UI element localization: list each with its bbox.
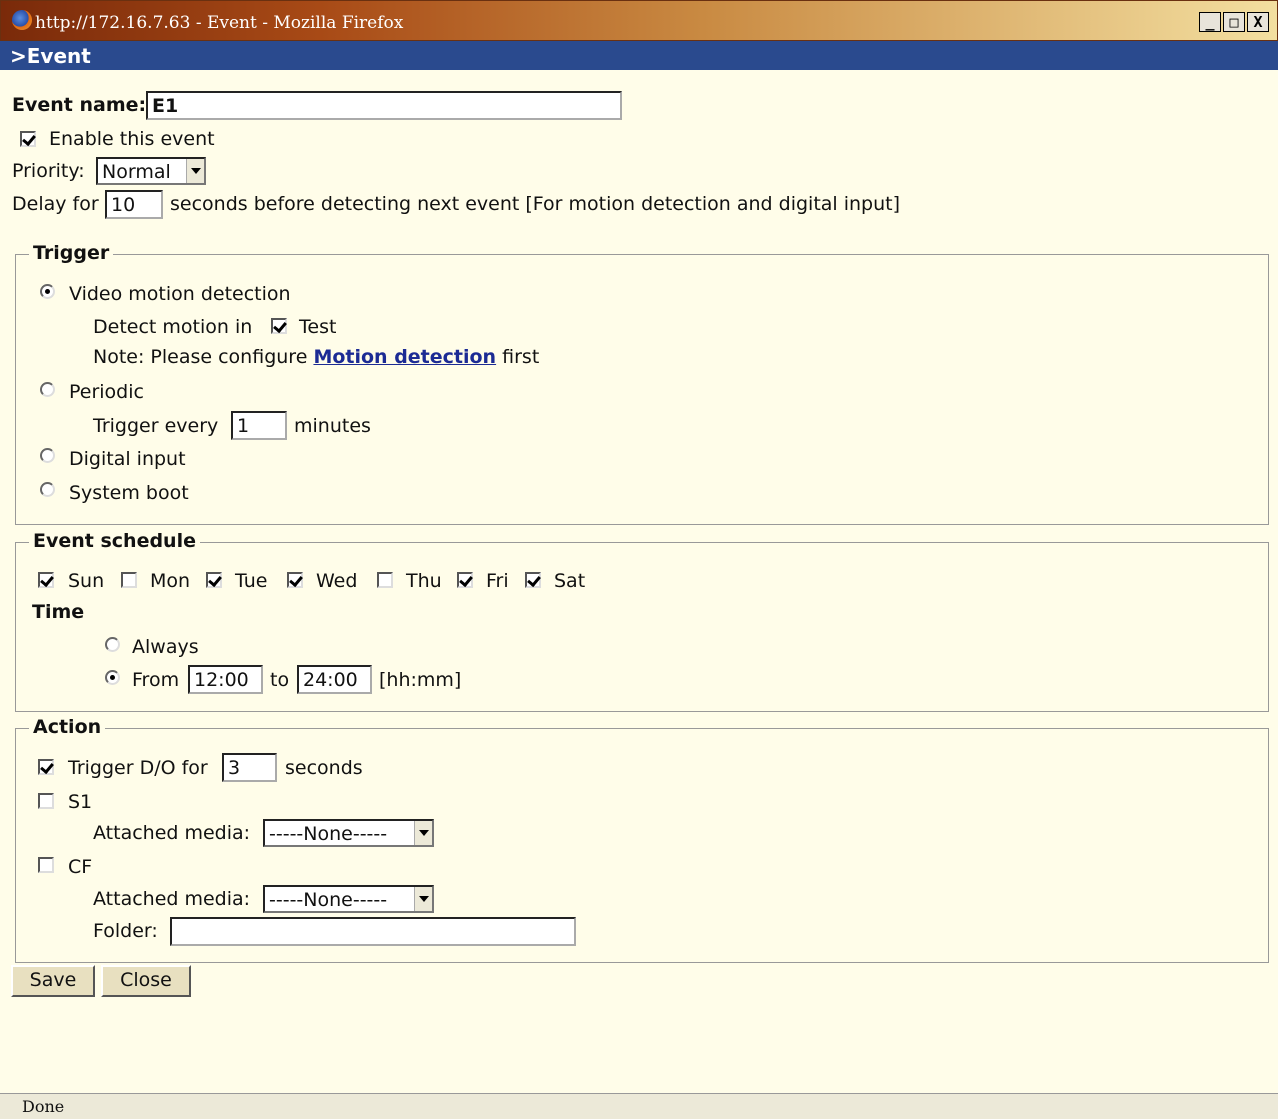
chevron-down-icon[interactable] <box>186 159 204 183</box>
system-boot-radio[interactable] <box>40 482 55 497</box>
s1-label: S1 <box>68 791 93 813</box>
day-label-sat: Sat <box>554 570 586 592</box>
window-controls: _ □ X <box>1199 12 1269 32</box>
enable-event-label: Enable this event <box>49 128 215 150</box>
chevron-down-icon[interactable] <box>414 887 432 911</box>
periodic-label: Periodic <box>69 381 144 403</box>
minimize-button[interactable]: _ <box>1199 12 1221 32</box>
folder-label: Folder: <box>93 920 158 942</box>
priority-label: Priority: <box>12 160 85 182</box>
chevron-down-icon[interactable] <box>414 821 432 845</box>
folder-input[interactable] <box>170 917 576 946</box>
note-suffix: first <box>502 346 540 368</box>
delay-input[interactable] <box>105 190 163 219</box>
day-label-mon: Mon <box>150 570 191 592</box>
close-button[interactable]: Close <box>101 965 191 997</box>
event-name-input[interactable] <box>146 91 622 120</box>
priority-select[interactable]: Normal <box>96 157 206 185</box>
trigger-every-input[interactable] <box>231 411 287 440</box>
periodic-radio[interactable] <box>40 382 55 397</box>
to-time-input[interactable] <box>297 665 372 694</box>
trigger-do-seconds-label: seconds <box>285 757 363 779</box>
s1-attached-media-value: -----None----- <box>269 823 388 845</box>
time-format-label: [hh:mm] <box>379 669 462 691</box>
action-legend: Action <box>29 716 106 738</box>
trigger-every-label: Trigger every <box>93 415 219 437</box>
trigger-legend: Trigger <box>29 242 114 264</box>
trigger-do-checkbox[interactable] <box>38 759 54 775</box>
schedule-legend: Event schedule <box>29 530 200 552</box>
from-time-input[interactable] <box>188 665 263 694</box>
cf-attached-media-select[interactable]: -----None----- <box>263 885 434 913</box>
cf-checkbox[interactable] <box>38 857 54 873</box>
status-bar: Done <box>0 1093 1278 1119</box>
detect-motion-label: Detect motion in <box>93 316 253 338</box>
save-button[interactable]: Save <box>11 965 95 997</box>
motion-detection-link[interactable]: Motion detection <box>313 346 496 368</box>
cf-label: CF <box>68 856 93 878</box>
day-checkbox-fri[interactable] <box>457 572 473 588</box>
always-label: Always <box>132 636 199 658</box>
s1-attached-media-select[interactable]: -----None----- <box>263 819 434 847</box>
firefox-icon <box>12 10 32 30</box>
s1-attached-media-label: Attached media: <box>93 822 251 844</box>
status-text: Done <box>22 1097 65 1116</box>
digital-input-label: Digital input <box>69 448 186 470</box>
day-label-wed: Wed <box>316 570 358 592</box>
day-label-sun: Sun <box>68 570 105 592</box>
minutes-label: minutes <box>294 415 371 437</box>
from-radio[interactable] <box>105 670 120 685</box>
priority-value: Normal <box>102 161 171 183</box>
test-window-checkbox[interactable] <box>271 318 287 334</box>
day-label-tue: Tue <box>235 570 268 592</box>
from-label: From <box>132 669 180 691</box>
s1-checkbox[interactable] <box>38 793 54 809</box>
trigger-do-seconds-input[interactable] <box>222 753 277 782</box>
delay-prefix-label: Delay for <box>12 193 99 215</box>
day-checkbox-sat[interactable] <box>525 572 541 588</box>
cf-attached-media-value: -----None----- <box>269 889 388 911</box>
video-motion-radio[interactable] <box>40 284 55 299</box>
time-label: Time <box>32 601 85 623</box>
window-titlebar: http://172.16.7.63 - Event - Mozilla Fir… <box>0 0 1278 41</box>
day-checkbox-wed[interactable] <box>287 572 303 588</box>
event-name-label: Event name: <box>12 94 147 116</box>
note-text: Note: Please configure Motion detection … <box>93 346 539 368</box>
day-checkbox-mon[interactable] <box>121 572 137 588</box>
delay-suffix-label: seconds before detecting next event [For… <box>170 193 901 215</box>
day-label-fri: Fri <box>486 570 509 592</box>
day-checkbox-sun[interactable] <box>38 572 54 588</box>
trigger-do-label: Trigger D/O for <box>68 757 208 779</box>
page-header: >Event <box>0 41 1278 70</box>
digital-input-radio[interactable] <box>40 448 55 463</box>
to-label: to <box>270 669 290 691</box>
cf-attached-media-label: Attached media: <box>93 888 251 910</box>
page-title: >Event <box>10 44 91 68</box>
day-checkbox-tue[interactable] <box>206 572 222 588</box>
window-title: http://172.16.7.63 - Event - Mozilla Fir… <box>35 13 404 33</box>
test-window-label: Test <box>299 316 337 338</box>
close-window-button[interactable]: X <box>1247 12 1269 32</box>
enable-event-checkbox[interactable] <box>20 131 36 147</box>
day-checkbox-thu[interactable] <box>377 572 393 588</box>
system-boot-label: System boot <box>69 482 189 504</box>
note-prefix: Note: Please configure <box>93 346 308 368</box>
maximize-button[interactable]: □ <box>1223 12 1245 32</box>
day-label-thu: Thu <box>406 570 442 592</box>
video-motion-label: Video motion detection <box>69 283 291 305</box>
always-radio[interactable] <box>105 637 120 652</box>
